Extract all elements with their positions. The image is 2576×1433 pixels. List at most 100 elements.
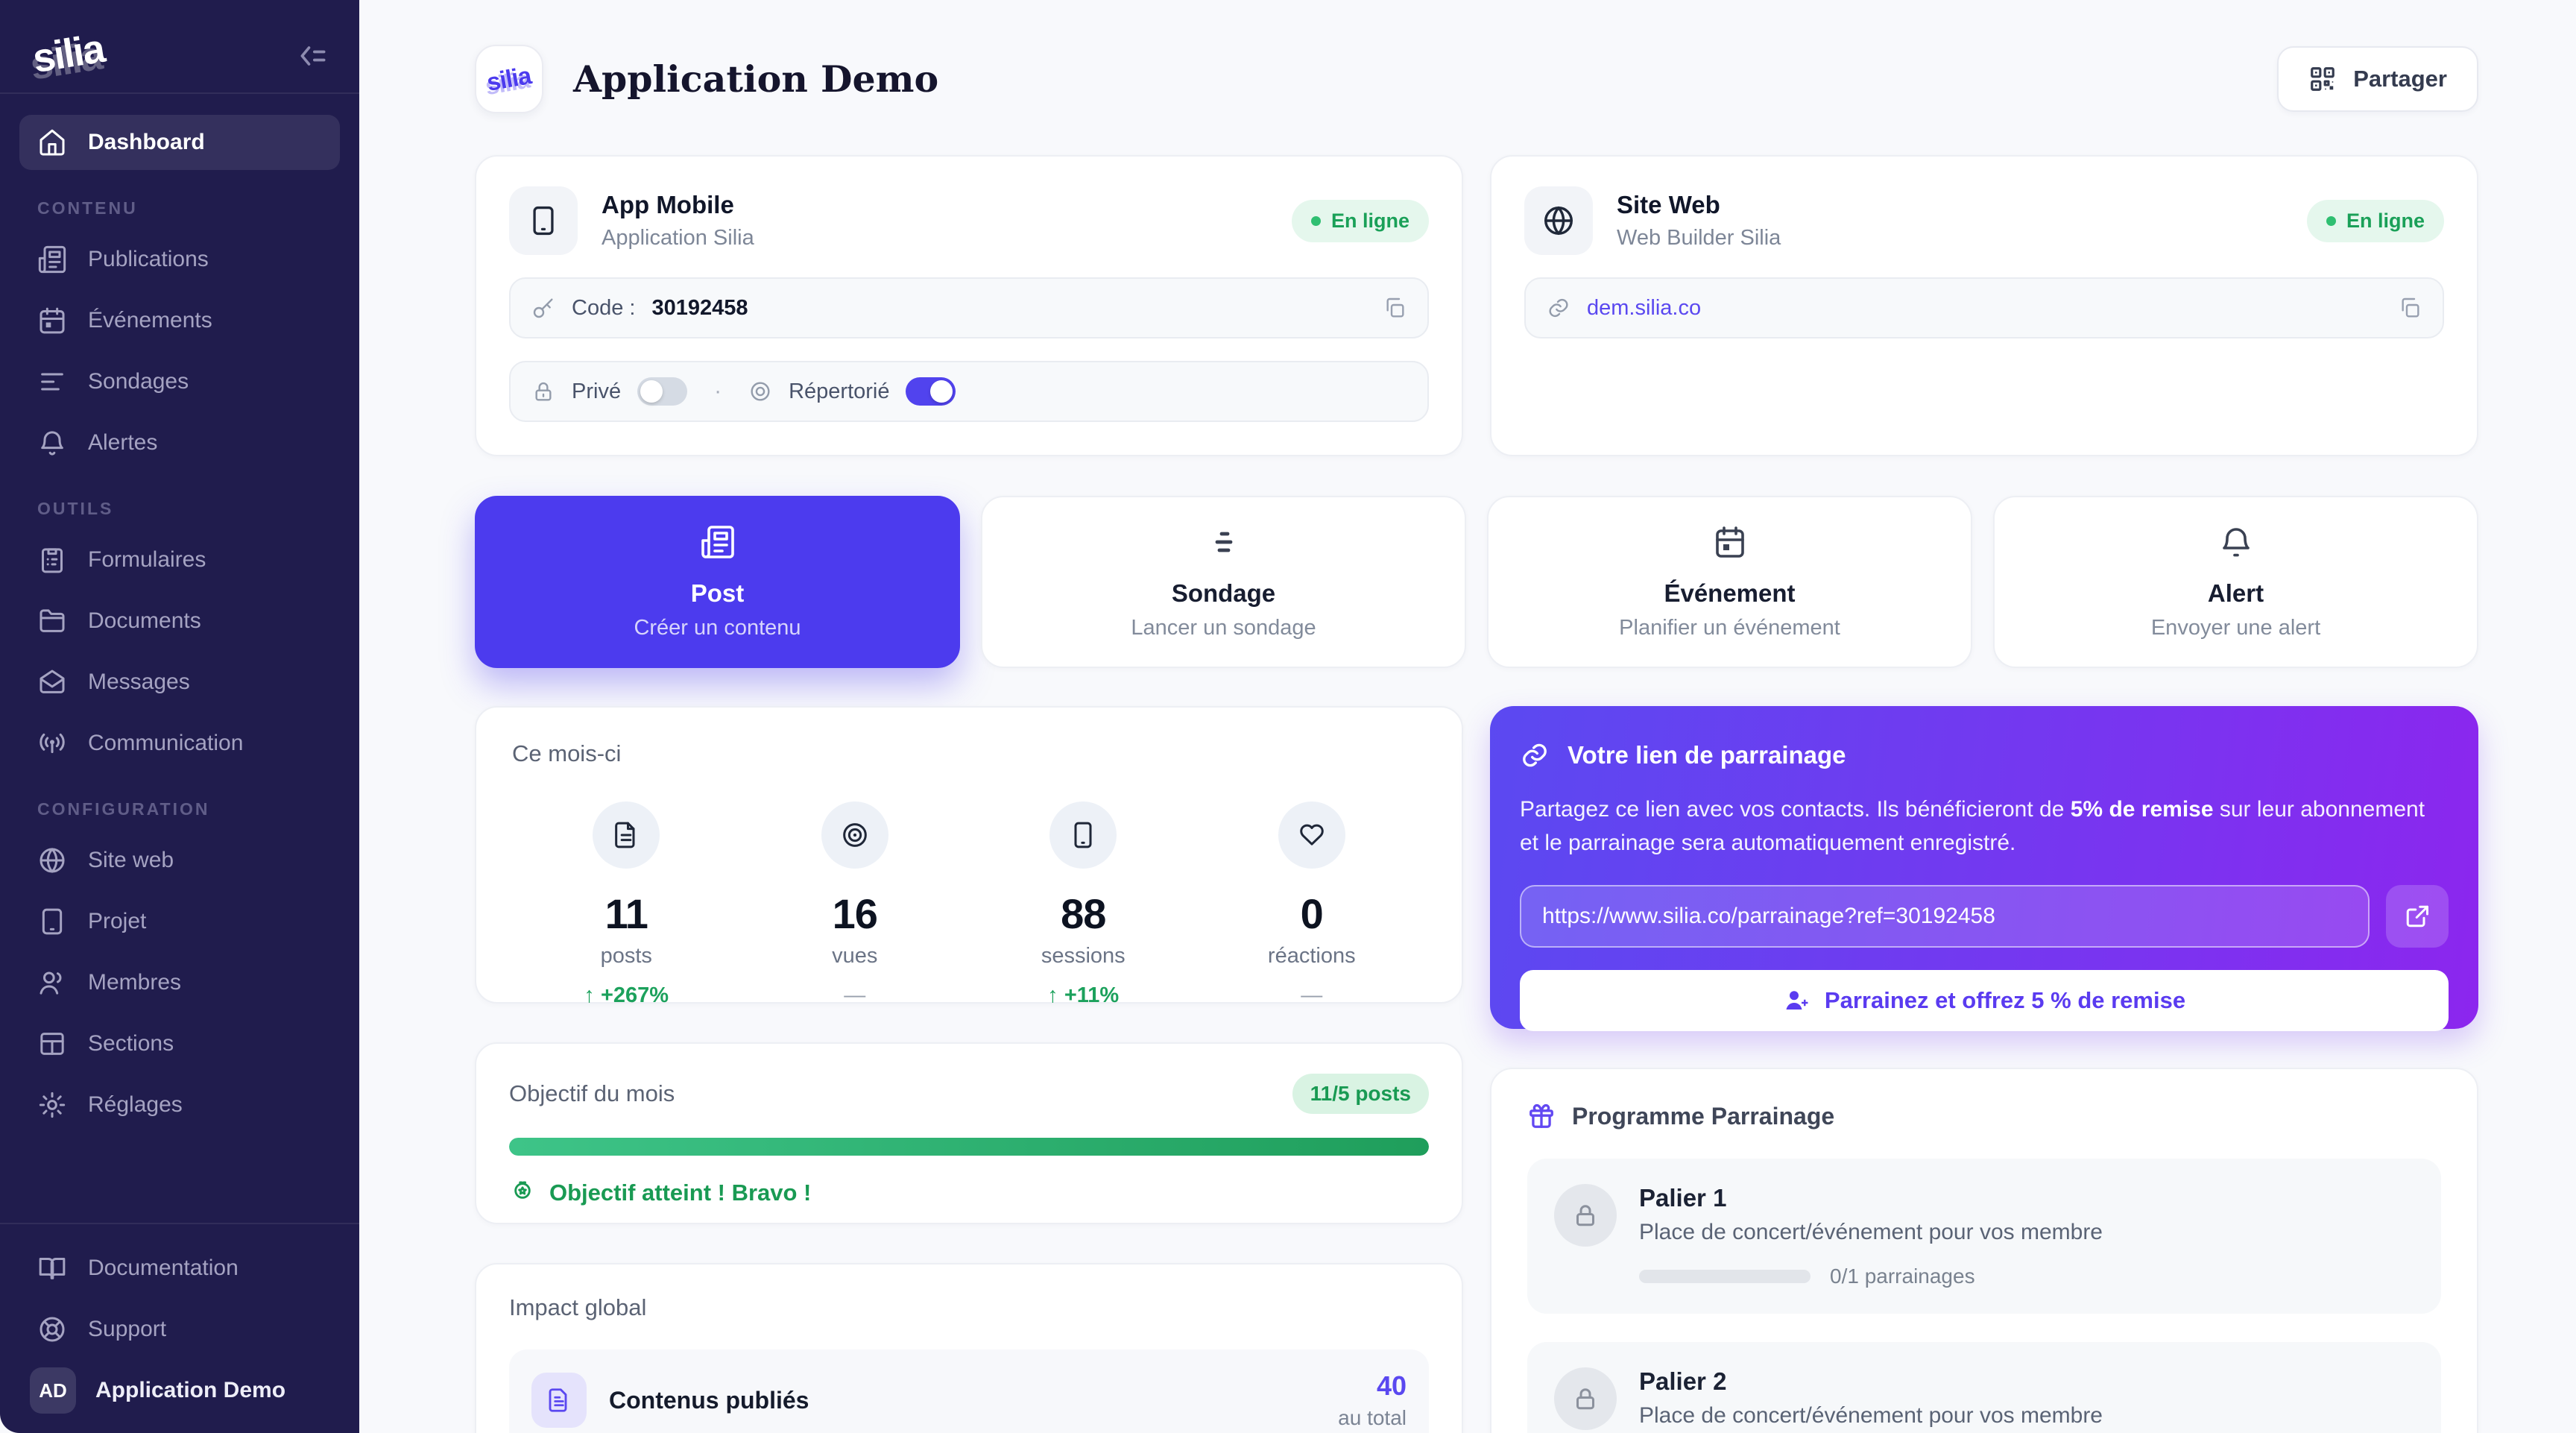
- action-title: Sondage: [1172, 579, 1275, 608]
- action-subtitle: Lancer un sondage: [1131, 616, 1316, 640]
- share-button[interactable]: Partager: [2277, 46, 2478, 112]
- workspace-name: Application Demo: [95, 1378, 285, 1403]
- newspaper-icon: [700, 524, 736, 560]
- tier-description: Place de concert/événement pour vos memb…: [1639, 1403, 2103, 1429]
- sidebar-item-support[interactable]: Support: [19, 1302, 340, 1357]
- sidebar-item-reglages[interactable]: Réglages: [19, 1077, 340, 1133]
- bell-icon: [2218, 524, 2254, 560]
- workspace-profile[interactable]: AD Application Demo: [19, 1367, 340, 1414]
- sidebar-item-formulaires[interactable]: Formulaires: [19, 532, 340, 588]
- impact-row-value: 40: [1338, 1370, 1407, 1402]
- main-content: silia Application Demo Partager App Mobi…: [359, 0, 2576, 1433]
- sidebar-nav: Dashboard CONTENU Publications Événement…: [0, 94, 359, 1223]
- sidebar-item-projet[interactable]: Projet: [19, 894, 340, 949]
- sidebar-item-documentation[interactable]: Documentation: [19, 1241, 340, 1296]
- listed-label: Répertorié: [789, 379, 889, 404]
- gear-icon: [37, 1090, 67, 1120]
- poll-bars-icon: [1206, 524, 1242, 560]
- lock-icon: [531, 379, 555, 403]
- stat-value: 88: [969, 889, 1198, 938]
- sidebar-item-evenements[interactable]: Événements: [19, 293, 340, 348]
- folder-icon: [37, 606, 67, 636]
- stat-value: 11: [512, 889, 741, 938]
- referral-url-input[interactable]: [1520, 885, 2370, 948]
- book-open-icon: [37, 1253, 67, 1283]
- avatar: AD: [30, 1367, 76, 1414]
- silia-logo-small: silia: [485, 61, 534, 97]
- sidebar-item-label: Projet: [88, 909, 146, 934]
- goal-message: Objectif atteint ! Bravo !: [509, 1180, 1429, 1206]
- page-title: Application Demo: [573, 57, 938, 101]
- app-code-field: Code : 30192458: [509, 277, 1429, 338]
- lock-icon: [1554, 1184, 1617, 1247]
- sidebar: silia Dashboard CONTENU Publications Évé…: [0, 0, 359, 1433]
- site-web-card: Site Web Web Builder Silia En ligne dem.…: [1490, 155, 2478, 456]
- header-title-group: silia Application Demo: [475, 45, 938, 113]
- goal-progress-fill: [509, 1138, 1429, 1156]
- goal-progress-track: [509, 1138, 1429, 1156]
- stat-vues: 16 vues —: [741, 801, 970, 1008]
- link-icon: [1547, 296, 1570, 320]
- app-mobile-card-header: App Mobile Application Silia En ligne: [509, 186, 1429, 255]
- poll-lines-icon: [37, 367, 67, 397]
- status-badge: En ligne: [1292, 200, 1429, 242]
- toggle-knob: [640, 380, 663, 403]
- action-subtitle: Envoyer une alert: [2151, 616, 2320, 640]
- sidebar-item-alertes[interactable]: Alertes: [19, 415, 340, 470]
- sidebar-item-label: Site web: [88, 848, 174, 873]
- listed-toggle[interactable]: [906, 377, 956, 406]
- site-url-link[interactable]: dem.silia.co: [1587, 296, 1701, 321]
- user-plus-icon: [1783, 987, 1810, 1014]
- toggle-knob: [930, 380, 953, 403]
- referral-url-row: [1520, 885, 2449, 948]
- stat-delta: —: [1198, 983, 1427, 1008]
- referral-cta-label: Parrainez et offrez 5 % de remise: [1825, 987, 2185, 1014]
- sidebar-item-sections[interactable]: Sections: [19, 1016, 340, 1071]
- tier-name: Palier 2: [1639, 1367, 2103, 1396]
- tier-progress-track: [1639, 1270, 1811, 1283]
- sidebar-item-messages[interactable]: Messages: [19, 655, 340, 710]
- key-icon: [531, 296, 555, 320]
- lock-icon: [1554, 1367, 1617, 1430]
- action-card-alert[interactable]: Alert Envoyer une alert: [1993, 496, 2478, 668]
- code-label: Code :: [572, 296, 635, 321]
- users-icon: [37, 968, 67, 998]
- collapse-sidebar-icon[interactable]: [297, 40, 329, 72]
- open-referral-link-button[interactable]: [2386, 885, 2449, 948]
- stat-value: 0: [1198, 889, 1427, 938]
- sidebar-item-site-web[interactable]: Site web: [19, 833, 340, 888]
- sidebar-item-dashboard[interactable]: Dashboard: [19, 115, 340, 170]
- sidebar-item-label: Messages: [88, 670, 190, 695]
- tier-description: Place de concert/événement pour vos memb…: [1639, 1220, 2103, 1245]
- action-card-post[interactable]: Post Créer un contenu: [475, 496, 960, 668]
- impact-row-unit: au total: [1338, 1406, 1407, 1430]
- sidebar-header: silia: [0, 0, 359, 92]
- sidebar-item-membres[interactable]: Membres: [19, 955, 340, 1010]
- file-text-icon: [531, 1373, 587, 1428]
- sidebar-item-publications[interactable]: Publications: [19, 232, 340, 287]
- action-card-sondage[interactable]: Sondage Lancer un sondage: [981, 496, 1466, 668]
- sidebar-item-sondages[interactable]: Sondages: [19, 354, 340, 409]
- action-card-evenement[interactable]: Événement Planifier un événement: [1487, 496, 1972, 668]
- sidebar-item-documents[interactable]: Documents: [19, 593, 340, 649]
- sidebar-item-communication[interactable]: Communication: [19, 716, 340, 771]
- sidebar-item-label: Support: [88, 1317, 166, 1342]
- program-header: Programme Parrainage: [1527, 1102, 2441, 1130]
- copy-code-button[interactable]: [1383, 296, 1407, 320]
- platform-cards-row: App Mobile Application Silia En ligne Co…: [475, 155, 2478, 456]
- site-web-card-header: Site Web Web Builder Silia En ligne: [1524, 186, 2444, 255]
- private-toggle[interactable]: [637, 377, 687, 406]
- month-stats-card: Ce mois-ci 11 posts ↑ +267% 16 vues: [475, 706, 1463, 1004]
- private-label: Privé: [572, 379, 621, 404]
- smartphone-icon: [1049, 801, 1117, 869]
- tier-progress-row: 0/1 parrainages: [1639, 1264, 2103, 1288]
- referral-cta-button[interactable]: Parrainez et offrez 5 % de remise: [1520, 970, 2449, 1031]
- goal-header: Objectif du mois 11/5 posts: [509, 1074, 1429, 1114]
- tier-2-row: Palier 2 Place de concert/événement pour…: [1527, 1342, 2441, 1433]
- link-icon: [1520, 740, 1550, 770]
- stat-label: sessions: [969, 944, 1198, 969]
- action-title: Événement: [1664, 579, 1795, 608]
- copy-url-button[interactable]: [2398, 296, 2422, 320]
- app-mobile-card: App Mobile Application Silia En ligne Co…: [475, 155, 1463, 456]
- online-dot-icon: [1311, 216, 1321, 226]
